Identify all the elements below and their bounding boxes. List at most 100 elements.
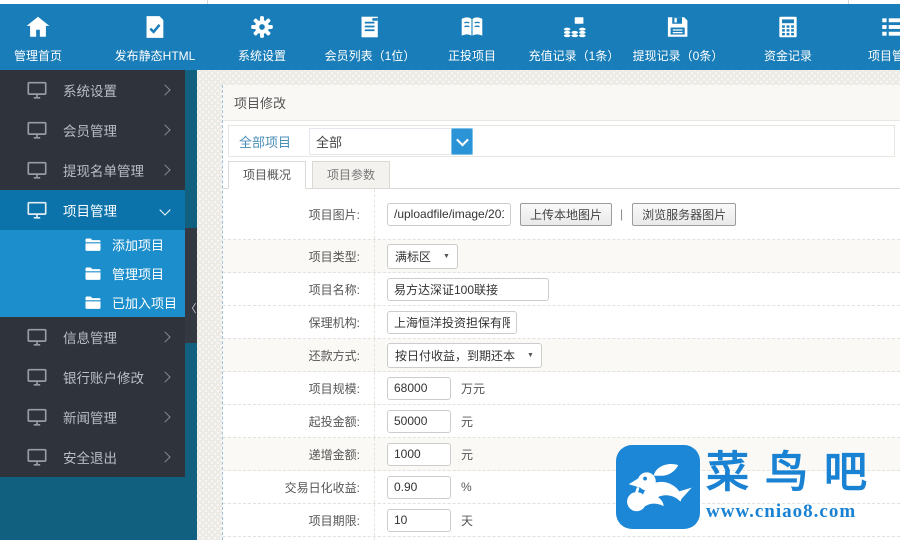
- nav-label: 提现记录（0条）: [632, 49, 724, 63]
- nav-item-admin-home[interactable]: 管理首页: [14, 14, 62, 64]
- page-title: 项目修改: [234, 96, 287, 111]
- field-unit: %: [461, 480, 472, 494]
- tab-project-params[interactable]: 项目参数: [312, 161, 391, 189]
- caret-down-icon: ▼: [527, 351, 534, 359]
- sidebar-subitem-manage-projects[interactable]: 管理项目: [0, 259, 185, 288]
- top-nav: 管理首页 发布静态HTML 系统设置 会员列表（1位） 正投项目 充值记录（1条…: [0, 4, 900, 70]
- repayment-method-select[interactable]: 按日付收益，到期还本 ▼: [387, 342, 542, 368]
- field-label: 项目类型:: [223, 240, 375, 272]
- nav-label: 系统设置: [237, 49, 287, 63]
- sidebar-item-bank-account-edit[interactable]: 银行账户修改: [0, 357, 185, 397]
- collapse-handle[interactable]: 〈: [185, 300, 197, 316]
- sidebar-item-label: 会员管理: [63, 124, 117, 139]
- sidebar-subitem-label: 管理项目: [112, 267, 165, 282]
- folder-icon: [84, 237, 102, 252]
- field-unit: 万元: [461, 381, 486, 396]
- browse-server-image-button[interactable]: 浏览服务器图片: [632, 202, 737, 226]
- upload-local-image-button[interactable]: 上传本地图片: [520, 202, 613, 226]
- min-investment-input[interactable]: [387, 409, 451, 433]
- chevron-right-icon: [159, 451, 171, 463]
- field-label: 项目规模:: [223, 372, 375, 404]
- daily-yield-input[interactable]: [387, 475, 451, 499]
- nav-label: 项目管理: [867, 49, 900, 63]
- sidebar-item-label: 安全退出: [63, 451, 117, 466]
- field-unit: 天: [461, 513, 474, 528]
- tab-project-overview[interactable]: 项目概况: [228, 161, 307, 189]
- sidebar-subitem-joined-projects[interactable]: 已加入项目: [0, 288, 185, 317]
- home-icon: [25, 14, 51, 40]
- guarantee-agency-input[interactable]: [387, 310, 517, 334]
- sidebar-item-news-management[interactable]: 新闻管理: [0, 397, 185, 437]
- sidebar-item-withdrawal-list-management[interactable]: 提现名单管理: [0, 150, 185, 190]
- watermark: 菜鸟吧 www.cniao8.com: [616, 445, 883, 529]
- increment-amount-input[interactable]: [387, 442, 451, 466]
- project-image-input[interactable]: [387, 202, 511, 226]
- sidebar: 系统设置 会员管理 提现名单管理 项目管理 添加项目 管理项目 已加入项目 信息…: [0, 70, 185, 477]
- form-row-project-image: 项目图片: 上传本地图片 | 浏览服务器图片: [223, 189, 900, 240]
- filter-bar: 全部项目 全部: [228, 125, 895, 157]
- sidebar-subitem-label: 添加项目: [112, 238, 165, 253]
- monitor-icon: [26, 199, 48, 221]
- floppy-icon: [665, 14, 691, 40]
- folder-icon: [84, 266, 102, 281]
- field-label: 还款方式:: [223, 339, 375, 371]
- field-label: 起投金额:: [223, 405, 375, 437]
- nav-item-recharge-records[interactable]: 充值记录（1条）: [529, 14, 619, 64]
- sidebar-item-system-settings[interactable]: 系统设置: [0, 70, 185, 110]
- gear-icon: [249, 14, 275, 40]
- sidebar-item-label: 系统设置: [63, 84, 117, 99]
- field-unit: 元: [461, 414, 474, 429]
- monitor-icon: [26, 366, 48, 388]
- chevron-down-icon: [455, 133, 469, 146]
- sidebar-item-project-management[interactable]: 项目管理: [0, 190, 185, 230]
- member-list-icon: [357, 14, 383, 40]
- filter-label: 全部项目: [239, 134, 292, 150]
- form-row-min-investment: 起投金额: 元: [223, 405, 900, 438]
- nav-item-publish-html[interactable]: 发布静态HTML: [114, 14, 196, 64]
- monitor-icon: [26, 446, 48, 468]
- sidebar-item-member-management[interactable]: 会员管理: [0, 110, 185, 150]
- caret-down-icon: ▼: [443, 252, 450, 260]
- field-label: 项目期限:: [223, 504, 375, 536]
- nav-item-project-management[interactable]: 项目管理: [868, 14, 900, 64]
- sidebar-item-label: 提现名单管理: [63, 164, 144, 179]
- nav-item-active-projects[interactable]: 正投项目: [448, 14, 496, 64]
- field-label: 交易日化收益:: [223, 471, 375, 503]
- watermark-url: www.cniao8.com: [706, 501, 857, 522]
- nav-label: 发布静态HTML: [114, 49, 196, 63]
- form-row-project-scale: 项目规模: 万元: [223, 372, 900, 405]
- monitor-icon: [26, 119, 48, 141]
- select-value: 按日付收益，到期还本: [395, 348, 516, 363]
- button-separator: |: [620, 207, 624, 221]
- project-duration-input[interactable]: [387, 508, 451, 532]
- sidebar-item-label: 项目管理: [63, 204, 117, 219]
- sidebar-subitem-add-project[interactable]: 添加项目: [0, 230, 185, 259]
- sidebar-subitem-label: 已加入项目: [112, 296, 178, 311]
- monitor-icon: [26, 79, 48, 101]
- nav-label: 会员列表（1位）: [324, 49, 416, 63]
- sidebar-item-logout[interactable]: 安全退出: [0, 437, 185, 477]
- folder-icon: [84, 295, 102, 310]
- sidebar-submenu: 添加项目 管理项目 已加入项目: [0, 230, 185, 317]
- field-unit: 元: [461, 447, 474, 462]
- nav-label: 资金记录: [763, 49, 813, 63]
- sidebar-item-label: 新闻管理: [63, 411, 117, 426]
- book-icon: [459, 14, 485, 40]
- nav-item-system-settings[interactable]: 系统设置: [238, 14, 286, 64]
- project-scale-input[interactable]: [387, 376, 451, 400]
- tab-bar: 项目概况 项目参数: [223, 157, 900, 189]
- nav-item-fund-records[interactable]: 资金记录: [764, 14, 812, 64]
- project-filter-select[interactable]: 全部: [309, 127, 474, 155]
- nav-item-member-list[interactable]: 会员列表（1位）: [324, 14, 416, 64]
- nav-item-withdraw-records[interactable]: 提现记录（0条）: [632, 14, 724, 64]
- watermark-text: 菜鸟吧 www.cniao8.com: [706, 445, 883, 529]
- project-type-select[interactable]: 满标区 ▼: [387, 243, 458, 269]
- sidebar-item-label: 银行账户修改: [63, 371, 144, 386]
- page-title-bar: 项目修改: [223, 85, 900, 121]
- monitor-icon: [26, 406, 48, 428]
- sidebar-item-info-management[interactable]: 信息管理: [0, 317, 185, 357]
- dropdown-button[interactable]: [451, 127, 474, 155]
- project-name-input[interactable]: [387, 277, 549, 301]
- form-row-project-name: 项目名称:: [223, 273, 900, 306]
- list-icon: [879, 14, 900, 40]
